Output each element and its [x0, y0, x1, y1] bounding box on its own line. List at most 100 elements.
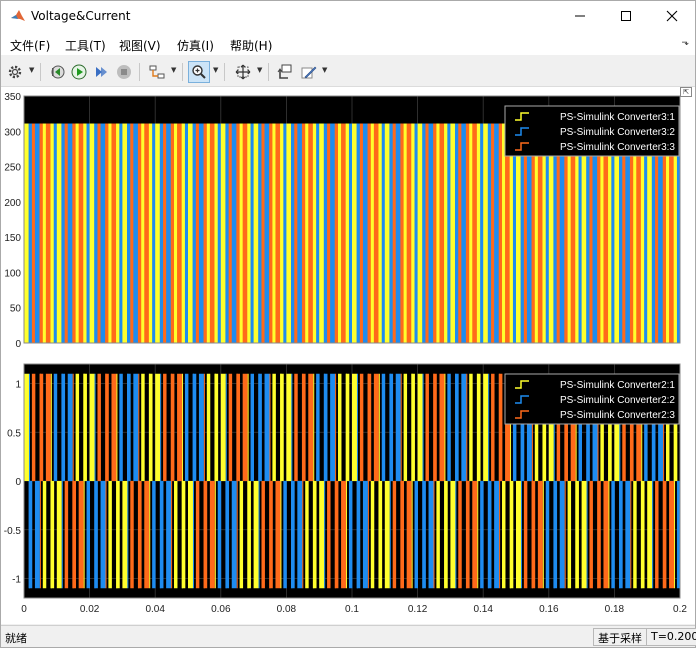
waveform-band	[392, 481, 397, 589]
waveform-band	[308, 123, 314, 343]
y-tick-label: 150	[4, 233, 21, 244]
waveform-band	[264, 373, 270, 481]
waveform-band	[469, 373, 473, 481]
waveform-band	[305, 123, 309, 343]
close-button[interactable]	[649, 1, 695, 31]
waveform-band	[250, 123, 254, 343]
waveform-band	[64, 123, 69, 343]
scope-window: Voltage&Current 文件(F) 工具(T) 视图(V) 仿真(I) …	[0, 0, 696, 648]
fit-axes-button[interactable]	[232, 61, 254, 83]
waveform-band	[209, 481, 215, 589]
waveform-band	[352, 123, 357, 343]
waveform-band	[217, 481, 222, 589]
signal-select-dropdown-icon[interactable]: ▼	[171, 66, 176, 74]
menu-view[interactable]: 视图(V)	[119, 37, 161, 54]
waveform-band	[133, 373, 139, 481]
y-tick-label: 200	[4, 198, 21, 209]
waveform-band	[42, 123, 47, 343]
waveform-band	[341, 123, 347, 343]
waveform-band	[119, 373, 123, 481]
waveform-band	[611, 481, 615, 589]
undock-button[interactable]: ⇱	[680, 87, 692, 97]
x-tick-label: 0.18	[605, 604, 625, 615]
y-tick-label: 50	[10, 304, 22, 315]
waveform-band	[261, 481, 265, 589]
x-tick-label: 0.1	[345, 604, 359, 615]
x-tick-label: 0.16	[539, 604, 559, 615]
waveform-band	[97, 373, 101, 481]
style-dropdown-icon[interactable]: ▼	[322, 66, 327, 74]
legend-label: PS-Simulink Converter2:1	[560, 380, 675, 391]
waveform-band	[425, 123, 429, 343]
waveform-band	[206, 373, 211, 481]
y-tick-label: 250	[4, 163, 21, 174]
waveform-band	[647, 481, 653, 589]
waveform-band	[272, 373, 276, 481]
waveform-band	[141, 373, 145, 481]
waveform-band	[163, 373, 167, 481]
waveform-band	[177, 123, 183, 343]
waveform-band	[45, 123, 51, 343]
waveform-band	[264, 123, 270, 343]
plot-area[interactable]: 0 50 100 150 200 250 300 350 PS-Simulink Convert…	[1, 87, 695, 624]
sample-mode-field: 基于采样	[593, 628, 647, 646]
menu-tools[interactable]: 工具(T)	[65, 37, 106, 54]
settings-dropdown-icon[interactable]: ▼	[29, 66, 34, 74]
waveform-band	[581, 481, 587, 589]
waveform-band	[239, 123, 244, 343]
menu-simulation[interactable]: 仿真(I)	[177, 37, 214, 54]
step-back-button[interactable]	[46, 61, 68, 83]
y-tick-label: 0	[15, 477, 21, 488]
waveform-band	[188, 481, 193, 589]
waveform-band	[111, 373, 117, 481]
waveform-band	[283, 123, 287, 343]
run-button[interactable]	[68, 61, 90, 83]
minimize-button[interactable]	[557, 1, 603, 31]
status-text: 就绪	[5, 632, 27, 645]
menu-help[interactable]: 帮助(H)	[230, 37, 272, 54]
waveform-band	[338, 123, 342, 343]
waveform-band	[348, 123, 353, 343]
dock-arrow-icon[interactable]: ⬎	[681, 38, 689, 48]
waveform-band	[133, 123, 139, 343]
waveform-band	[86, 123, 90, 343]
highlight-block-button[interactable]	[274, 61, 296, 83]
settings-button[interactable]	[4, 61, 26, 83]
title-bar: Voltage&Current	[1, 1, 695, 33]
signal-select-button[interactable]	[146, 61, 168, 83]
y-tick-label: 100	[4, 268, 21, 279]
scope-charts[interactable]: 050100150200250300350PS-Simulink Convert…	[1, 87, 695, 624]
waveform-band	[392, 123, 397, 343]
waveform-band	[567, 481, 572, 589]
waveform-band	[217, 123, 222, 343]
waveform-band	[472, 123, 478, 343]
menu-file[interactable]: 文件(F)	[10, 37, 50, 54]
waveform-band	[373, 123, 379, 343]
zoom-dropdown-icon[interactable]: ▼	[213, 66, 218, 74]
waveform-band	[359, 123, 364, 343]
waveform-band	[359, 373, 364, 481]
fit-axes-dropdown-icon[interactable]: ▼	[257, 66, 262, 74]
waveform-band	[144, 481, 150, 589]
maximize-button[interactable]	[603, 1, 649, 31]
legend-label: PS-Simulink Converter3:1	[560, 112, 675, 123]
waveform-band	[425, 373, 429, 481]
waveform-band	[502, 481, 506, 589]
waveform-band	[89, 373, 95, 481]
zoom-button[interactable]	[188, 61, 210, 83]
waveform-band	[34, 123, 40, 343]
waveform-band	[198, 123, 204, 343]
waveform-band	[436, 481, 440, 589]
stop-button[interactable]	[113, 61, 135, 83]
style-button[interactable]	[298, 61, 320, 83]
waveform-band	[406, 481, 412, 589]
step-forward-button[interactable]	[90, 61, 112, 83]
toolbar-separator	[40, 63, 41, 81]
waveform-band	[195, 481, 200, 589]
toolbar-separator	[268, 63, 269, 81]
waveform-band	[141, 123, 145, 343]
waveform-band	[406, 123, 412, 343]
toolbar-separator	[182, 63, 183, 81]
gear-icon	[8, 65, 22, 79]
waveform-band	[130, 123, 134, 343]
